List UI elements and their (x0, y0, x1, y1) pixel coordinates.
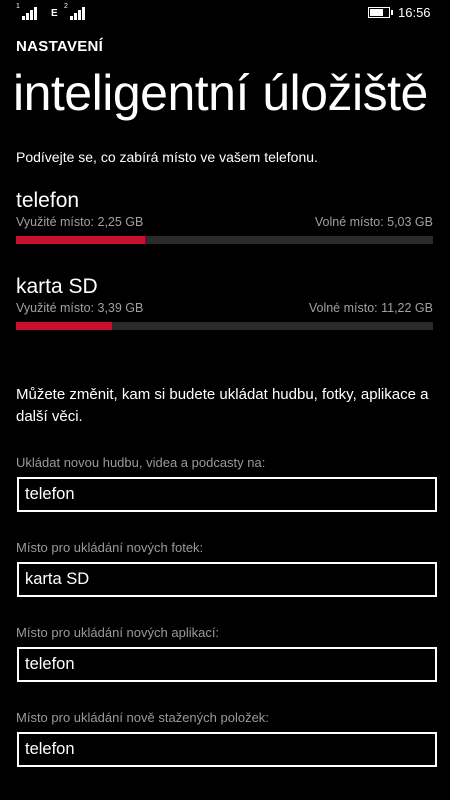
music-location-label: Ukládat novou hudbu, videa a podcasty na… (16, 455, 266, 470)
usage-bar-fill (16, 236, 146, 244)
storage-name: karta SD (16, 275, 98, 298)
used-space: Využité místo: 3,39 GB (16, 301, 144, 315)
free-space: Volné místo: 5,03 GB (314, 215, 433, 229)
storage-sd-card[interactable]: karta SD Využité místo: 3,39 GB Volné mí… (16, 274, 433, 330)
photos-location-label: Místo pro ukládání nových fotek: (16, 540, 204, 555)
status-bar: 1 E 2 16:56 (0, 0, 450, 26)
photos-location-select[interactable]: karta SD (17, 562, 437, 597)
downloads-location-select[interactable]: telefon (17, 732, 437, 767)
music-location-select[interactable]: telefon (17, 477, 437, 512)
page-title: inteligentní úložiště (13, 65, 428, 121)
usage-bar (16, 236, 433, 244)
usage-bar (16, 322, 433, 330)
clock: 16:56 (398, 5, 431, 20)
storage-name: telefon (16, 189, 80, 212)
network-type: E (51, 8, 58, 19)
signal-strength-2-icon: 2 (64, 3, 86, 20)
free-space: Volné místo: 11,22 GB (308, 301, 433, 315)
storage-phone[interactable]: telefon Využité místo: 2,25 GB Volné mís… (16, 188, 433, 244)
used-space: Využité místo: 2,25 GB (16, 215, 144, 229)
signal-strength-icon: 1 (16, 3, 38, 20)
sim1-label: 1 (16, 3, 20, 10)
apps-location-label: Místo pro ukládání nových aplikací: (16, 625, 220, 640)
sim2-label: 2 (64, 3, 68, 10)
intro-text: Podívejte se, co zabírá místo ve vašem t… (16, 149, 318, 165)
downloads-location-label: Místo pro ukládání nově stažených polože… (16, 710, 269, 725)
apps-location-select[interactable]: telefon (17, 647, 437, 682)
usage-bar-fill (16, 322, 112, 330)
section-title: NASTAVENÍ (16, 38, 104, 55)
change-location-text: Můžete změnit, kam si budete ukládat hud… (16, 386, 429, 425)
battery-icon (368, 7, 393, 18)
